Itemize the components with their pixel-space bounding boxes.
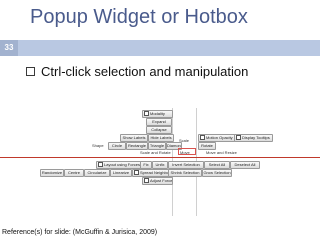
linearize-button[interactable]: Linearize: [110, 169, 132, 177]
reference-footnote: Reference(s) for slide: (McGuffin & Juri…: [2, 229, 158, 236]
shrink-selection-button[interactable]: Shrink Selection: [168, 169, 202, 177]
square-bullet-icon: [26, 67, 35, 77]
hotbox-popup: Modality Expand Collapse Show Labels Hid…: [0, 108, 320, 220]
move-label: Move: [180, 150, 190, 155]
layout-using-forces-checkbox[interactable]: Layout using Forces: [96, 161, 141, 169]
slide-title: Popup Widget or Hotbox: [30, 6, 248, 28]
rotate-button[interactable]: Rotate: [198, 142, 216, 150]
fix-button[interactable]: Fix: [140, 161, 152, 169]
scale-and-rotate-label: Scale and Rotate: [140, 150, 171, 155]
expand-button[interactable]: Expand: [146, 118, 172, 126]
rectangle-button[interactable]: Rectangle: [126, 142, 148, 150]
triangle-button[interactable]: Triangle: [148, 142, 166, 150]
bullet-text: Ctrl-click selection and manipulation: [41, 64, 249, 79]
spread-neighbours-button[interactable]: Spread Neighbours: [132, 169, 169, 177]
shape-label: Shape: [92, 143, 104, 148]
centre-button[interactable]: Centre: [64, 169, 84, 177]
scale-label: Scale: [179, 138, 190, 143]
grow-selection-button[interactable]: Grow Selection: [202, 169, 232, 177]
invert-selection-button[interactable]: Invert Selection: [168, 161, 204, 169]
collapse-button[interactable]: Collapse: [146, 126, 172, 134]
circularize-button[interactable]: Circularize: [84, 169, 110, 177]
hide-labels-button[interactable]: Hide Labels: [148, 134, 174, 142]
randomize-button[interactable]: Randomize: [40, 169, 64, 177]
bullet-item: Ctrl-click selection and manipulation: [26, 64, 248, 79]
show-labels-button[interactable]: Show Labels: [120, 134, 148, 142]
modality-button[interactable]: Modality: [142, 110, 173, 118]
move-and-resize-label: Move and Resize: [206, 150, 237, 155]
motion-opacity-checkbox[interactable]: Motion Opacity: [198, 134, 235, 142]
circle-button[interactable]: Circle: [108, 142, 126, 150]
deselect-all-button[interactable]: Deselect All: [230, 161, 260, 169]
select-all-button[interactable]: Select All: [204, 161, 230, 169]
adjust-forces-button[interactable]: Adjust Forces: [142, 177, 173, 185]
title-bar: [0, 40, 320, 56]
slide-number: 33: [0, 40, 18, 56]
unfix-button[interactable]: Unfix: [152, 161, 168, 169]
hotbox-separator: [0, 157, 320, 158]
display-tooltips-checkbox[interactable]: Display Tooltips: [234, 134, 273, 142]
